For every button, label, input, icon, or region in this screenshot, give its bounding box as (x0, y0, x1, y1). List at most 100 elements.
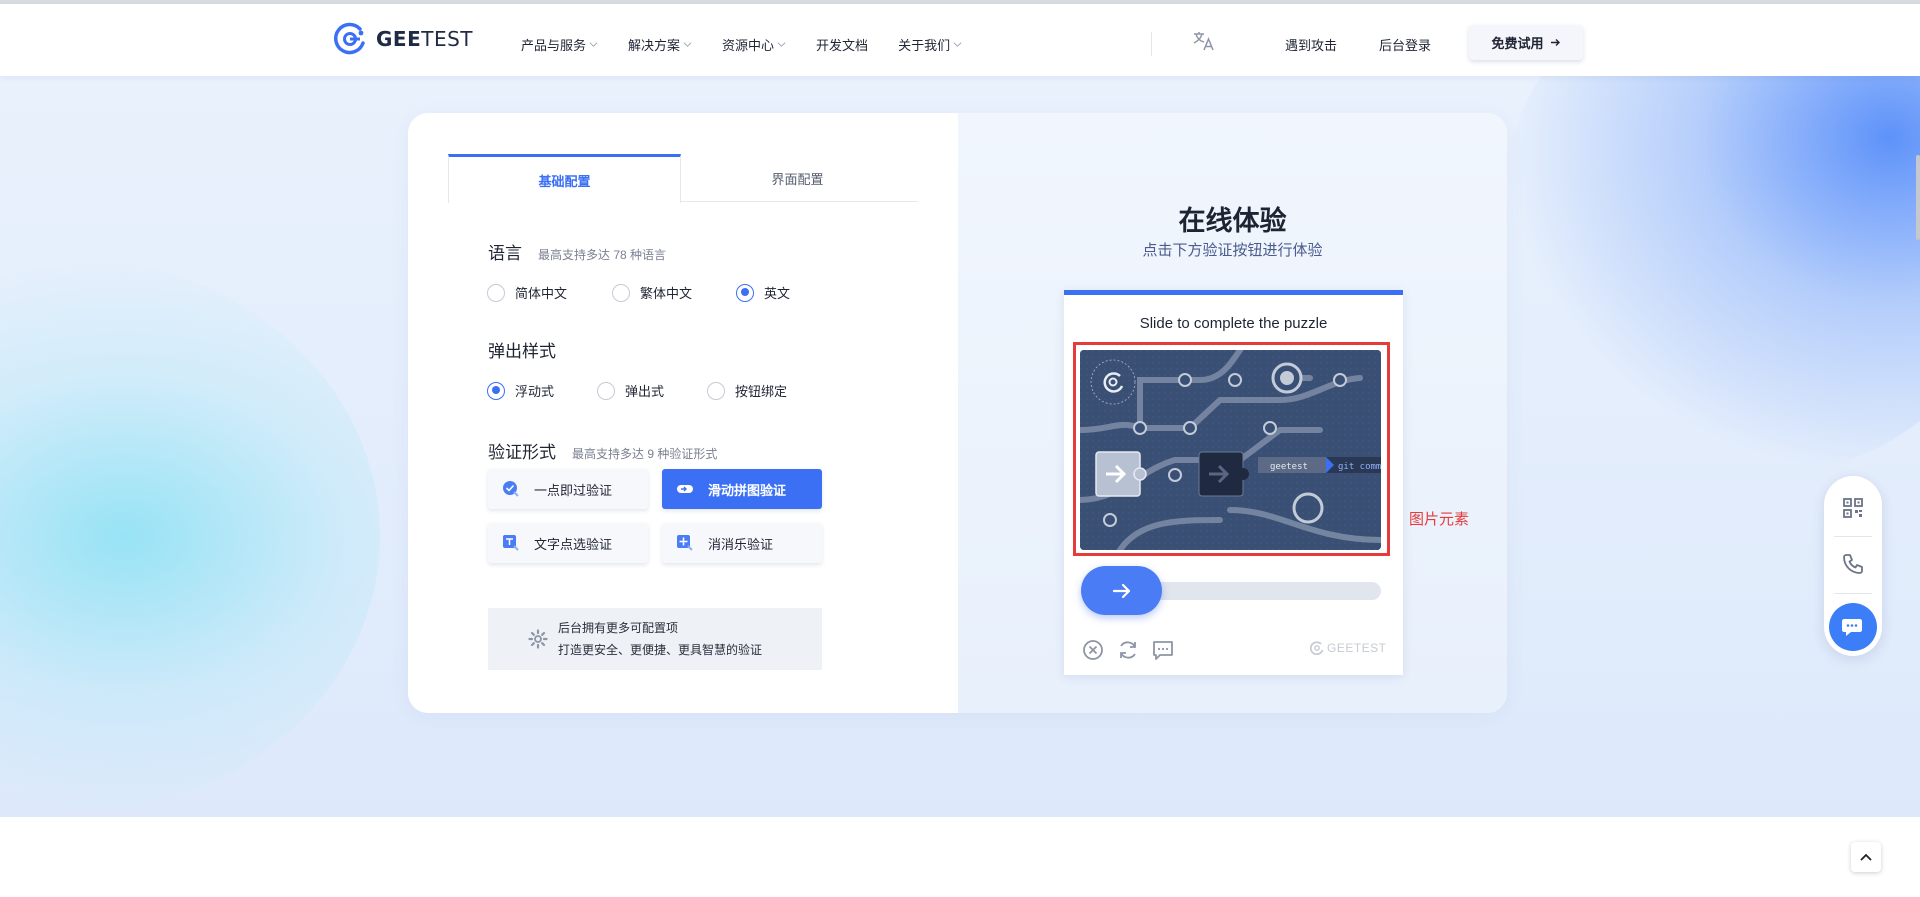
nav-docs[interactable]: 开发文档 (816, 35, 868, 54)
option-match-three[interactable]: 消消乐验证 (662, 523, 822, 563)
qr-code-icon[interactable] (1841, 496, 1865, 520)
radio-traditional-chinese[interactable]: 繁体中文 (612, 283, 736, 302)
radio-float[interactable]: 浮动式 (487, 381, 597, 400)
geetest-logo-icon (1310, 641, 1324, 655)
logo-text: GEETEST (376, 27, 474, 51)
experience-panel: 在线体验 点击下方验证按钮进行体验 Slide to complete the … (958, 113, 1507, 713)
side-float-toolbar (1824, 476, 1882, 656)
arrow-right-icon (1112, 583, 1130, 598)
background-glow-left (0, 256, 380, 816)
header-divider (1151, 32, 1152, 56)
arrow-right-icon (1550, 39, 1560, 46)
radio-dot (487, 283, 505, 302)
radio-label: 弹出式 (625, 384, 665, 399)
option-one-click[interactable]: 一点即过验证 (488, 469, 648, 509)
match-three-icon (677, 535, 693, 551)
option-slide-puzzle[interactable]: 滑动拼图验证 (662, 469, 822, 509)
captcha-prompt: Slide to complete the puzzle (1139, 315, 1328, 332)
experience-title: 在线体验 (1178, 206, 1287, 236)
gear-icon (528, 629, 548, 649)
radio-label: 浮动式 (515, 384, 555, 399)
demo-card: 基础配置 界面配置 语言 最高支持多达 78 种语言 简体中文 繁体中文 英文 … (408, 113, 1507, 713)
info-line-2: 打造更安全、更便捷、更具智慧的验证 (558, 643, 763, 657)
radio-label: 繁体中文 (640, 286, 693, 301)
close-icon[interactable] (1081, 638, 1105, 662)
refresh-icon[interactable] (1116, 638, 1140, 662)
chat-button[interactable] (1829, 603, 1877, 651)
radio-popup[interactable]: 弹出式 (597, 381, 707, 400)
radio-button-bind[interactable]: 按钮绑定 (707, 381, 787, 400)
back-to-top-button[interactable] (1851, 842, 1881, 872)
language-subtitle: 最高支持多达 78 种语言 (538, 248, 667, 262)
language-section-title: 语言 最高支持多达 78 种语言 (488, 239, 666, 264)
page-scrollbar[interactable] (1916, 155, 1920, 240)
nav-about[interactable]: 关于我们 (898, 35, 962, 54)
main-nav: 产品与服务 解决方案 资源中心 开发文档 关于我们 (521, 8, 992, 80)
info-line-1: 后台拥有更多可配置项 (558, 621, 679, 635)
chevron-down-icon (777, 41, 786, 47)
more-config-info: 后台拥有更多可配置项 打造更安全、更便捷、更具智慧的验证 (488, 608, 822, 670)
free-trial-label: 免费试用 (1491, 36, 1544, 51)
geetest-logo-icon (333, 22, 365, 55)
captcha-brand: GEETEST (1310, 641, 1387, 655)
side-divider (1834, 593, 1872, 594)
image-element-annotation: 图片元素 (1409, 511, 1470, 528)
captcha-widget: Slide to complete the puzzle geetest git… (1064, 290, 1403, 675)
tab-basic-config[interactable]: 基础配置 (448, 154, 681, 203)
puzzle-piece (1095, 451, 1147, 497)
popup-style-section-title: 弹出样式 (488, 337, 556, 362)
phone-icon[interactable] (1841, 552, 1865, 576)
popup-style-title: 弹出样式 (488, 342, 556, 361)
captcha-brand-text: GEETEST (1327, 641, 1387, 655)
side-divider (1834, 536, 1872, 537)
radio-label: 英文 (764, 286, 791, 301)
one-click-icon (503, 481, 519, 497)
translate-icon[interactable] (1191, 28, 1217, 54)
chevron-down-icon (589, 41, 598, 47)
radio-label: 按钮绑定 (735, 384, 788, 399)
chevron-down-icon (953, 41, 962, 47)
free-trial-button[interactable]: 免费试用 (1469, 25, 1583, 60)
option-label: 文字点选验证 (534, 536, 613, 552)
info-text: 后台拥有更多可配置项 打造更安全、更便捷、更具智慧的验证 (558, 617, 762, 661)
verify-form-section-title: 验证形式 最高支持多达 9 种验证形式 (488, 438, 717, 463)
language-radio-group: 简体中文 繁体中文 英文 (487, 283, 790, 302)
attack-link[interactable]: 遇到攻击 (1285, 35, 1337, 54)
site-header: GEETEST 产品与服务 解决方案 资源中心 开发文档 关于我们 遇到攻击 后… (0, 4, 1920, 76)
popup-style-radio-group: 浮动式 弹出式 按钮绑定 (487, 381, 787, 400)
puzzle-gap (1198, 451, 1249, 497)
option-label: 滑动拼图验证 (708, 482, 787, 498)
slider-knob[interactable] (1081, 566, 1162, 615)
nav-products[interactable]: 产品与服务 (521, 35, 598, 54)
language-title: 语言 (488, 244, 522, 263)
option-label: 消消乐验证 (708, 536, 774, 552)
radio-dot (487, 381, 505, 400)
feedback-icon[interactable] (1151, 638, 1175, 662)
console-login-link[interactable]: 后台登录 (1379, 35, 1431, 54)
nav-solutions[interactable]: 解决方案 (628, 35, 692, 54)
tab-ui-config[interactable]: 界面配置 (681, 154, 914, 202)
chat-icon (1842, 619, 1862, 636)
config-tabs: 基础配置 界面配置 (448, 154, 918, 203)
background-glow-right (1500, 76, 1920, 476)
circuit-background: geetest git comm (1080, 350, 1381, 550)
radio-english[interactable]: 英文 (736, 283, 790, 302)
radio-dot (612, 283, 630, 302)
radio-label: 简体中文 (515, 286, 568, 301)
experience-subtitle: 点击下方验证按钮进行体验 (1142, 242, 1323, 259)
verify-form-title: 验证形式 (488, 443, 556, 462)
verify-form-subtitle: 最高支持多达 9 种验证形式 (572, 447, 718, 461)
option-text-click[interactable]: 文字点选验证 (488, 523, 648, 563)
hero-section: 基础配置 界面配置 语言 最高支持多达 78 种语言 简体中文 繁体中文 英文 … (0, 76, 1920, 817)
radio-dot (597, 381, 615, 400)
logo[interactable]: GEETEST (332, 21, 473, 57)
slide-puzzle-icon (677, 485, 693, 493)
nav-resources[interactable]: 资源中心 (722, 35, 786, 54)
radio-simplified-chinese[interactable]: 简体中文 (487, 283, 612, 302)
text-click-icon (503, 535, 519, 551)
option-label: 一点即过验证 (534, 482, 613, 498)
captcha-puzzle-image: geetest git comm (1080, 350, 1381, 550)
code-tag-1: geetest (1270, 462, 1308, 472)
chevron-up-icon (1860, 853, 1872, 861)
code-tag-2: git comm (1338, 462, 1381, 472)
